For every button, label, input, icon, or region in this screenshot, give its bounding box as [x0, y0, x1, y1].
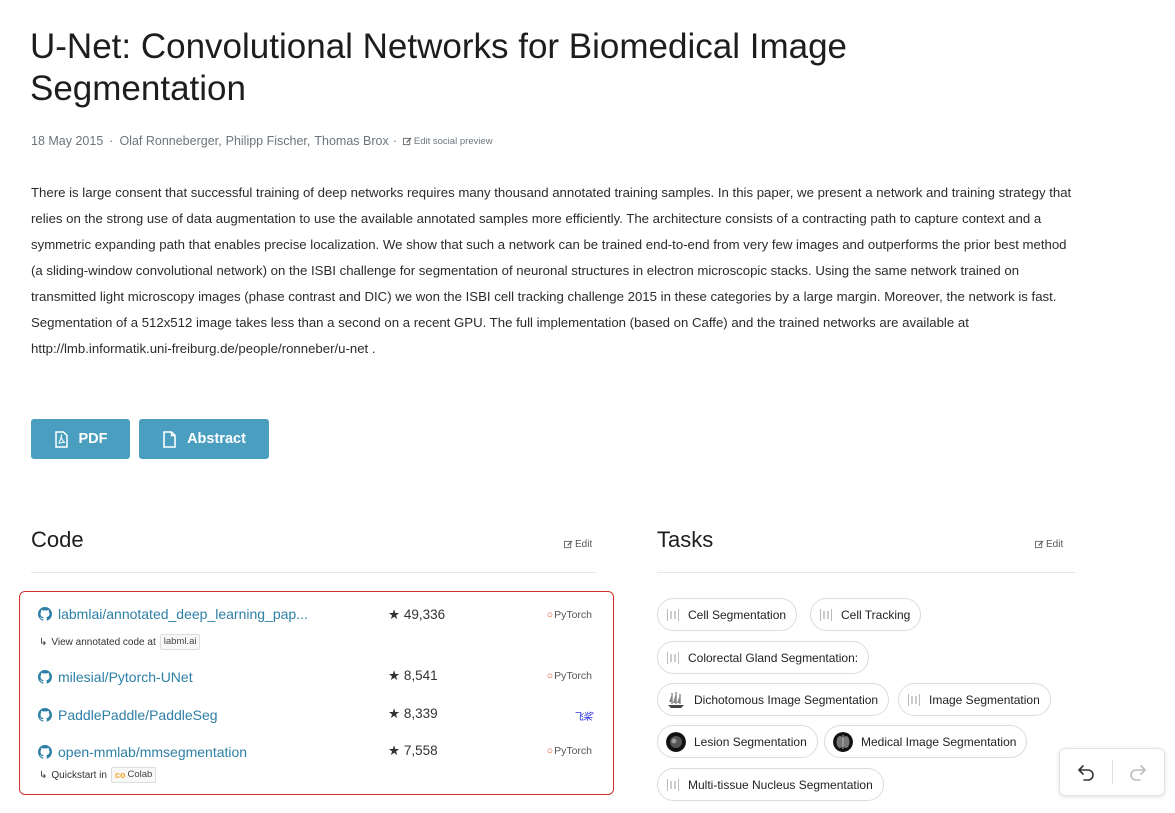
pytorch-icon: ○ — [546, 609, 554, 621]
task-label: Cell Tracking — [841, 607, 911, 622]
colab-label: Colab — [127, 769, 153, 780]
framework-label: PyTorch — [554, 609, 592, 621]
author-link[interactable]: Olaf Ronneberger, — [119, 134, 221, 148]
abstract-text: There is large consent that successful t… — [31, 185, 1072, 356]
repo-subnote: ↳ Quickstart in co Colab — [39, 767, 157, 783]
repo-subnote: ↳ View annotated code at labml.ai — [39, 634, 201, 650]
repo-link[interactable]: PaddlePaddle/PaddleSeg — [38, 707, 218, 723]
github-icon — [38, 607, 52, 621]
framework-label: PyTorch — [554, 745, 592, 757]
redo-button[interactable] — [1112, 749, 1164, 795]
subnote-arrow-icon: ↳ — [39, 636, 48, 648]
pytorch-icon: ○ — [546, 745, 554, 757]
repo-name: labmlai/annotated_deep_learning_pap... — [58, 606, 308, 622]
task-label: Colorectal Gland Segmentation: — [688, 650, 859, 665]
tasks-section-title: Tasks — [657, 527, 714, 552]
task-chip[interactable]: Cell Tracking — [810, 598, 922, 631]
ship-icon — [668, 691, 684, 708]
repo-stars: ★ 49,336 — [388, 607, 446, 622]
code-section-title: Code — [31, 527, 84, 552]
task-placeholder-icon — [667, 778, 679, 791]
paper-date: 18 May 2015 — [31, 134, 104, 148]
repo-name: open-mmlab/mmsegmentation — [58, 744, 248, 760]
edit-icon — [564, 540, 573, 549]
repo-link[interactable]: milesial/Pytorch-UNet — [38, 669, 193, 685]
colab-icon: co — [114, 770, 126, 780]
framework-badge: ○PyTorch — [544, 670, 592, 682]
task-label: Medical Image Segmentation — [861, 734, 1017, 749]
medical-scan-icon — [833, 731, 853, 752]
edit-icon — [402, 136, 412, 146]
pdf-button-label: PDF — [78, 431, 108, 447]
meta-separator: · — [392, 134, 397, 148]
task-chip[interactable]: Lesion Segmentation — [657, 725, 818, 758]
task-placeholder-icon — [667, 608, 679, 621]
github-icon — [38, 708, 52, 722]
undo-redo-toolbar — [1059, 748, 1165, 796]
code-divider — [31, 572, 596, 573]
tasks-edit-label: Edit — [1046, 539, 1064, 550]
task-label: Cell Segmentation — [688, 607, 787, 622]
author-link[interactable]: Thomas Brox — [314, 134, 388, 148]
meta-separator: · — [109, 134, 114, 148]
repo-link[interactable]: labmlai/annotated_deep_learning_pap... — [38, 606, 308, 622]
task-chip[interactable]: Image Segmentation — [898, 683, 1051, 716]
redo-icon — [1130, 765, 1147, 781]
pytorch-icon: ○ — [546, 670, 554, 682]
subnote-text: Quickstart in — [51, 769, 107, 781]
repo-stars: ★ 7,558 — [388, 743, 438, 758]
task-label: Dichotomous Image Segmentation — [694, 692, 879, 707]
task-chip[interactable]: Colorectal Gland Segmentation: — [657, 641, 870, 674]
github-icon — [38, 745, 52, 759]
repo-name: milesial/Pytorch-UNet — [58, 669, 193, 685]
github-icon — [38, 670, 52, 684]
task-chip[interactable]: Dichotomous Image Segmentation — [657, 683, 890, 716]
subnote-text: View annotated code at — [51, 636, 156, 648]
framework-badge: 飞桨 — [544, 708, 593, 723]
framework-label: PyTorch — [554, 670, 592, 682]
abstract-button-label: Abstract — [187, 431, 246, 447]
edit-icon — [1035, 540, 1044, 549]
tasks-edit-link[interactable]: Edit — [1035, 539, 1063, 550]
abstract-button[interactable]: Abstract — [139, 419, 269, 459]
subnote-arrow-icon: ↳ — [39, 769, 48, 781]
labml-link[interactable]: labml.ai — [159, 634, 201, 650]
author-link[interactable]: Philipp Fischer, — [226, 134, 311, 148]
task-placeholder-icon — [667, 651, 679, 664]
tasks-divider — [657, 572, 1075, 573]
task-label: Multi-tissue Nucleus Segmentation — [688, 777, 873, 792]
paper-title: U-Net: Convolutional Networks for Biomed… — [30, 27, 847, 108]
edit-social-preview-link[interactable]: Edit social preview — [402, 135, 493, 147]
repo-stars: ★ 8,541 — [388, 668, 438, 683]
colab-link[interactable]: co Colab — [110, 767, 157, 783]
task-label: Lesion Segmentation — [694, 734, 807, 749]
task-chip[interactable]: Cell Segmentation — [657, 598, 798, 631]
edit-social-preview-label: Edit social preview — [413, 135, 493, 147]
task-placeholder-icon — [820, 608, 832, 621]
repo-link[interactable]: open-mmlab/mmsegmentation — [38, 744, 247, 760]
undo-button[interactable] — [1060, 749, 1112, 795]
code-edit-label: Edit — [575, 539, 593, 550]
undo-icon — [1077, 765, 1094, 781]
pdf-file-icon — [54, 430, 69, 448]
repo-stars: ★ 8,339 — [388, 706, 438, 721]
repo-name: PaddlePaddle/PaddleSeg — [58, 707, 218, 723]
task-label: Image Segmentation — [929, 692, 1040, 707]
task-chip[interactable]: Medical Image Segmentation — [824, 725, 1028, 758]
file-icon — [162, 430, 177, 448]
task-chip[interactable]: Multi-tissue Nucleus Segmentation — [657, 768, 884, 801]
code-edit-link[interactable]: Edit — [564, 539, 592, 550]
pdf-button[interactable]: PDF — [31, 419, 130, 459]
paper-meta: 18 May 2015 · Olaf Ronneberger, Philipp … — [31, 134, 493, 148]
framework-badge: ○PyTorch — [544, 745, 592, 757]
paddle-framework-label: 飞桨 — [573, 712, 593, 723]
task-placeholder-icon — [908, 693, 920, 706]
framework-badge: ○PyTorch — [544, 609, 592, 621]
lesion-scan-icon — [666, 731, 686, 752]
